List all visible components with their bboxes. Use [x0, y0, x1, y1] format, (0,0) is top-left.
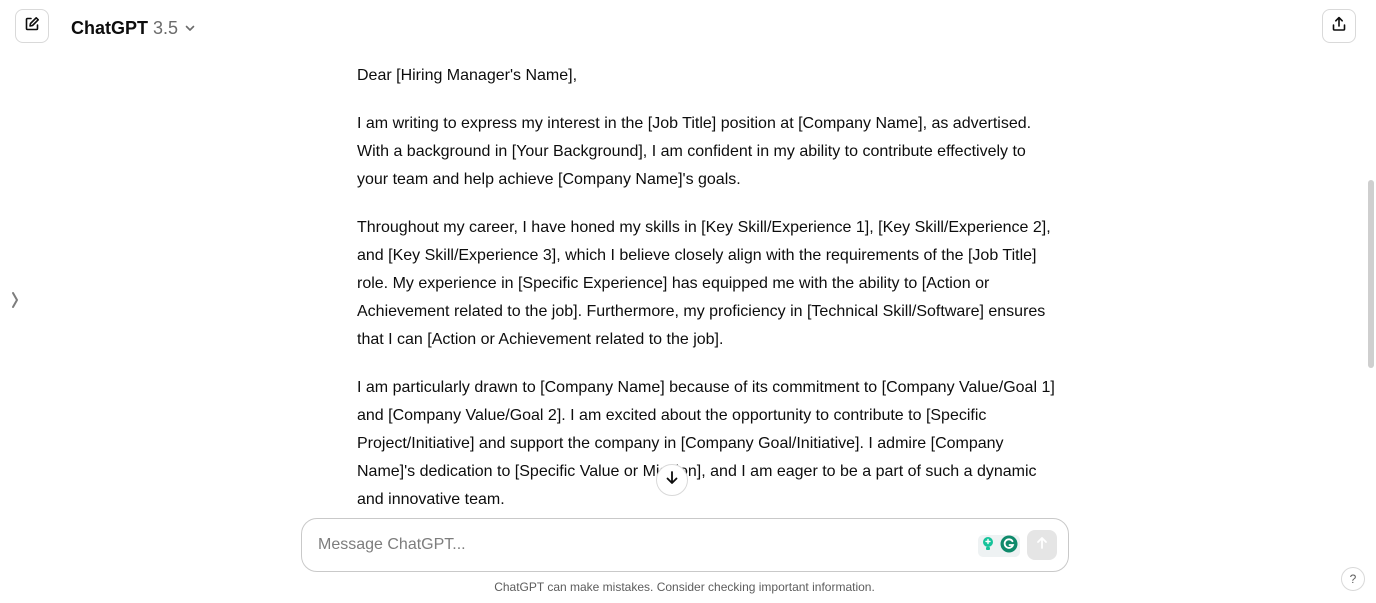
chat-page: ChatGPT 3.5 Dear [Hiring Manager's Name]… [0, 0, 1376, 603]
arrow-down-icon [664, 470, 680, 491]
message-input[interactable] [318, 533, 958, 557]
assistant-message: Dear [Hiring Manager's Name], I am writi… [357, 62, 1055, 534]
message-paragraph: Dear [Hiring Manager's Name], [357, 67, 578, 84]
disclaimer-text: ChatGPT can make mistakes. Consider chec… [494, 580, 875, 594]
grammarly-icon[interactable] [1000, 535, 1018, 558]
arrow-up-icon [1035, 536, 1049, 555]
send-button[interactable] [1027, 530, 1057, 560]
share-icon [1331, 16, 1347, 37]
model-selector[interactable]: ChatGPT 3.5 [71, 15, 196, 41]
chevron-right-icon [10, 290, 20, 315]
model-name: ChatGPT [71, 17, 149, 38]
message-paragraph: Throughout my career, I have honed my sk… [357, 219, 1051, 348]
scrollbar-thumb[interactable] [1368, 180, 1374, 368]
chevron-down-icon [184, 22, 196, 34]
edit-icon [24, 16, 40, 37]
message-paragraph: I am writing to express my interest in t… [357, 115, 1032, 188]
help-button[interactable]: ? [1341, 567, 1365, 591]
sidebar-toggle-button[interactable] [9, 290, 21, 314]
message-composer [301, 518, 1069, 572]
share-button[interactable] [1322, 9, 1356, 43]
model-version: 3.5 [153, 17, 179, 38]
scroll-to-bottom-button[interactable] [656, 464, 688, 496]
new-chat-button[interactable] [15, 9, 49, 43]
extension-icons [978, 535, 1020, 557]
message-paragraph: I am particularly drawn to [Company Name… [357, 379, 1055, 508]
lightbulb-icon[interactable] [981, 536, 995, 557]
